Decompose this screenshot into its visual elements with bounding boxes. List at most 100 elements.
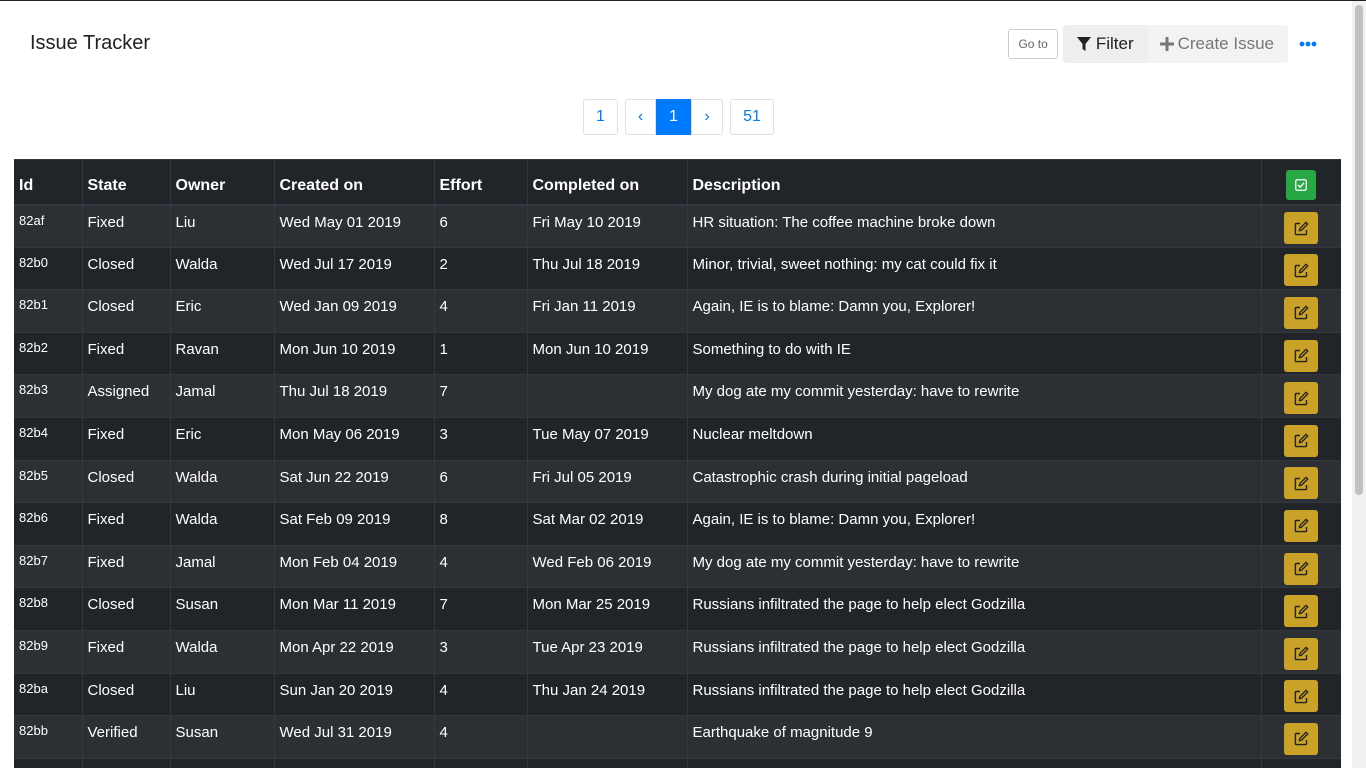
table-row[interactable] — [14, 758, 1341, 768]
table-row[interactable]: 82b7 Fixed Jamal Mon Feb 04 2019 4 Wed Feb 06… — [14, 545, 1341, 589]
cell-owner: Walda — [170, 460, 275, 504]
table-row[interactable]: 82b8 Closed Susan Mon Mar 11 2019 7 Mon Mar 2… — [14, 587, 1341, 631]
filter-button[interactable]: Filter — [1062, 25, 1148, 63]
edit-icon — [1294, 518, 1309, 533]
cell-owner: Liu — [170, 204, 275, 248]
column-header-state[interactable]: State — [82, 159, 171, 206]
create-issue-button[interactable]: Create Issue — [1147, 25, 1288, 63]
table-row[interactable]: 82b9 Fixed Walda Mon Apr 22 2019 3 Tue Apr 23… — [14, 630, 1341, 674]
cell-id: 82b5 — [14, 460, 83, 504]
more-options-button[interactable] — [1290, 25, 1326, 63]
cell-completed-on: Fri Jul 05 2019 — [527, 460, 688, 504]
cell-actions — [1261, 460, 1341, 504]
issue-tracker-page: Issue Tracker Go to Filter Create Issue … — [0, 0, 1366, 768]
edit-icon — [1294, 348, 1309, 363]
cell-created-on: Sat Feb 09 2019 — [274, 502, 435, 546]
table-row[interactable]: 82b0 Closed Walda Wed Jul 17 2019 2 Thu Jul 1… — [14, 247, 1341, 291]
cell-id: 82b0 — [14, 247, 83, 291]
cell-description: Again, IE is to blame: Damn you, Explore… — [687, 289, 1262, 333]
edit-issue-button[interactable] — [1284, 296, 1318, 329]
issues-table-container: Id State Owner Created on Effort Complet… — [14, 159, 1341, 768]
cell-id: 82af — [14, 204, 83, 248]
cell-completed-on: Fri Jan 11 2019 — [527, 289, 688, 333]
edit-icon — [1294, 433, 1309, 448]
edit-issue-button[interactable] — [1284, 552, 1318, 585]
cell-state: Fixed — [82, 204, 171, 248]
cell-actions — [1261, 417, 1341, 461]
table-row[interactable]: 82b4 Fixed Eric Mon May 06 2019 3 Tue May 07 … — [14, 417, 1341, 461]
column-header-created-on[interactable]: Created on — [274, 159, 435, 206]
column-header-effort[interactable]: Effort — [434, 159, 528, 206]
table-row[interactable]: 82b6 Fixed Walda Sat Feb 09 2019 8 Sat Mar 02… — [14, 502, 1341, 546]
pagination-first-page[interactable]: 1 — [583, 99, 618, 135]
edit-issue-button[interactable] — [1284, 254, 1318, 287]
edit-icon — [1294, 604, 1309, 619]
cell-completed-on: Thu Jul 18 2019 — [527, 247, 688, 291]
cell-owner: Liu — [170, 673, 275, 717]
cell-owner: Jamal — [170, 374, 275, 418]
cell-id: 82b2 — [14, 332, 83, 376]
cell-state: Fixed — [82, 417, 171, 461]
cell-effort: 4 — [434, 715, 528, 759]
cell-owner: Eric — [170, 289, 275, 333]
cell-description: Nuclear meltdown — [687, 417, 1262, 461]
table-row[interactable]: 82b3 Assigned Jamal Thu Jul 18 2019 7 My dog … — [14, 374, 1341, 418]
table-row[interactable]: 82bb Verified Susan Wed Jul 31 2019 4 Earthqu… — [14, 715, 1341, 759]
edit-issue-button[interactable] — [1284, 595, 1318, 628]
cell-id: 82b6 — [14, 502, 83, 546]
cell-effort: 4 — [434, 289, 528, 333]
cell-id: 82b1 — [14, 289, 83, 333]
edit-issue-button[interactable] — [1284, 382, 1318, 415]
cell-completed-on: Sat Mar 02 2019 — [527, 502, 688, 546]
table-header-row: Id State Owner Created on Effort Complet… — [14, 159, 1341, 206]
table-row[interactable]: 82b5 Closed Walda Sat Jun 22 2019 6 Fri Jul 0… — [14, 460, 1341, 504]
edit-icon — [1294, 561, 1309, 576]
table-row[interactable]: 82b1 Closed Eric Wed Jan 09 2019 4 Fri Jan 11… — [14, 289, 1341, 333]
table-cell-partial — [527, 758, 688, 768]
toolbar: Go to Filter Create Issue — [1008, 25, 1326, 63]
pagination: 1 ‹ 1 › 51 — [583, 99, 774, 135]
table-row[interactable]: 82ba Closed Liu Sun Jan 20 2019 4 Thu Jan 24 … — [14, 673, 1341, 717]
edit-issue-button[interactable] — [1284, 212, 1318, 245]
pagination-next-button[interactable]: › — [691, 99, 723, 135]
page-title: Issue Tracker — [30, 32, 151, 54]
edit-issue-button[interactable] — [1284, 680, 1318, 713]
cell-effort: 1 — [434, 332, 528, 376]
edit-issue-button[interactable] — [1284, 339, 1318, 372]
cell-description: Catastrophic crash during initial pagelo… — [687, 460, 1262, 504]
edit-issue-button[interactable] — [1284, 637, 1318, 670]
table-cell-partial — [82, 758, 171, 768]
edit-issue-button[interactable] — [1284, 509, 1318, 542]
cell-actions — [1261, 289, 1341, 333]
edit-issue-button[interactable] — [1284, 722, 1318, 755]
column-header-description[interactable]: Description — [687, 159, 1262, 206]
table-row[interactable]: 82b2 Fixed Ravan Mon Jun 10 2019 1 Mon Jun 10… — [14, 332, 1341, 376]
edit-issue-button[interactable] — [1284, 467, 1318, 500]
column-header-completed-on[interactable]: Completed on — [527, 159, 688, 206]
cell-actions — [1261, 715, 1341, 759]
cell-created-on: Sat Jun 22 2019 — [274, 460, 435, 504]
cell-created-on: Mon Mar 11 2019 — [274, 587, 435, 631]
cell-completed-on: Tue May 07 2019 — [527, 417, 688, 461]
cell-state: Closed — [82, 289, 171, 333]
cell-created-on: Wed May 01 2019 — [274, 204, 435, 248]
goto-button[interactable]: Go to — [1008, 29, 1058, 59]
pagination-last-page[interactable]: 51 — [730, 99, 774, 135]
cell-created-on: Wed Jan 09 2019 — [274, 289, 435, 333]
cell-description: My dog ate my commit yesterday: have to … — [687, 374, 1262, 418]
column-header-id[interactable]: Id — [14, 159, 83, 206]
pagination-current-page[interactable]: 1 — [656, 99, 691, 135]
select-all-button[interactable] — [1286, 169, 1316, 200]
page-scrollbar-thumb[interactable] — [1355, 5, 1363, 495]
table-row[interactable]: 82af Fixed Liu Wed May 01 2019 6 Fri May 10 2… — [14, 204, 1341, 248]
column-header-owner[interactable]: Owner — [170, 159, 275, 206]
cell-effort: 7 — [434, 374, 528, 418]
page-scrollbar[interactable] — [1352, 1, 1366, 768]
cell-completed-on: Mon Jun 10 2019 — [527, 332, 688, 376]
edit-issue-button[interactable] — [1284, 424, 1318, 457]
pagination-prev-button[interactable]: ‹ — [625, 99, 656, 135]
ellipsis-icon — [1299, 41, 1317, 47]
header: Issue Tracker Go to Filter Create Issue — [0, 1, 1352, 87]
filter-label: Filter — [1095, 34, 1134, 53]
cell-effort: 3 — [434, 417, 528, 461]
